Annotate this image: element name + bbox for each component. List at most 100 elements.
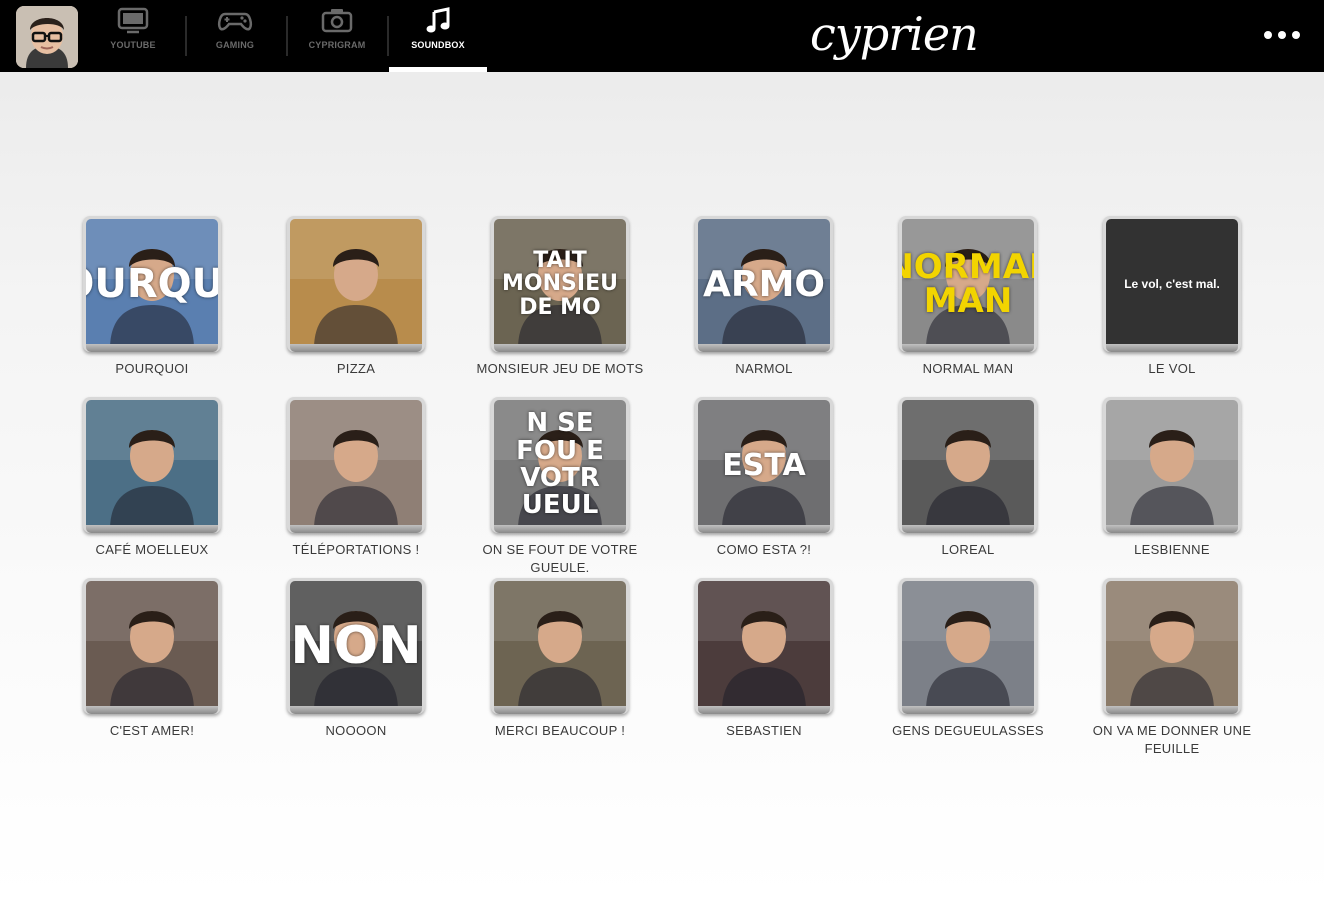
sound-thumbnail-caption — [1106, 400, 1238, 530]
tv-icon — [117, 7, 149, 34]
tab-cyprigram-label: CYPRIGRAM — [308, 40, 366, 50]
sound-thumbnail: NORMAL MAN — [899, 216, 1037, 352]
sound-thumbnail-image: N SE FOU E VOTR UEUL — [494, 400, 626, 530]
sound-button[interactable]: POURQUOI POURQUOI — [50, 216, 254, 397]
sound-thumbnail — [83, 397, 221, 533]
thumbnail-base — [86, 525, 218, 533]
sound-thumbnail-image: Le vol, c'est mal. — [1106, 219, 1238, 349]
tab-soundbox[interactable]: SOUNDBOX — [389, 0, 487, 72]
sound-thumbnail-caption — [86, 581, 218, 711]
more-horizontal-icon — [1292, 31, 1300, 39]
sound-thumbnail — [899, 578, 1037, 714]
sound-button[interactable]: N SE FOU E VOTR UEUL ON SE FOUT DE VOTRE… — [458, 397, 662, 578]
sound-label: TÉLÉPORTATIONS ! — [292, 542, 420, 557]
sound-thumbnail-image: POURQUOI — [86, 219, 218, 349]
thumbnail-base — [86, 706, 218, 714]
sound-button[interactable]: NON NOOOON — [254, 578, 458, 759]
sound-thumbnail — [83, 578, 221, 714]
thumbnail-base — [902, 525, 1034, 533]
sound-button[interactable]: ESTA COMO ESTA ?! — [662, 397, 866, 578]
sound-button[interactable]: ARMO NARMOL — [662, 216, 866, 397]
thumbnail-base — [902, 706, 1034, 714]
sound-label: C'EST AMER! — [109, 723, 195, 738]
sound-button[interactable]: TAIT MONSIEU DE MO MONSIEUR JEU DE MOTS — [458, 216, 662, 397]
sound-label: ON SE FOUT DE VOTRE GUEULE. — [482, 542, 638, 575]
sound-button[interactable]: Le vol, c'est mal. LE VOL — [1070, 216, 1274, 397]
thumbnail-base — [494, 525, 626, 533]
sound-thumbnail-caption — [86, 400, 218, 530]
sound-label: MONSIEUR JEU DE MOTS — [476, 361, 644, 376]
more-horizontal-icon — [1278, 31, 1286, 39]
sound-button[interactable]: TÉLÉPORTATIONS ! — [254, 397, 458, 578]
profile-avatar[interactable] — [16, 6, 78, 68]
sound-thumbnail-caption: Le vol, c'est mal. — [1124, 277, 1220, 291]
sound-label: LESBIENNE — [1134, 542, 1210, 557]
tab-youtube-label: YOUTUBE — [110, 40, 156, 50]
sound-thumbnail — [491, 578, 629, 714]
sound-thumbnail-caption: NORMAL MAN — [902, 247, 1034, 321]
tab-cyprigram[interactable]: CYPRIGRAM — [288, 0, 386, 72]
sound-label: NOOOON — [325, 723, 387, 738]
sound-thumbnail-image: NORMAL MAN — [902, 219, 1034, 349]
sound-thumbnail: N SE FOU E VOTR UEUL — [491, 397, 629, 533]
sound-thumbnail-image — [86, 400, 218, 530]
more-horizontal-icon — [1264, 31, 1272, 39]
sound-label: MERCI BEAUCOUP ! — [494, 723, 626, 738]
sound-button[interactable]: CAFÉ MOELLEUX — [50, 397, 254, 578]
thumbnail-base — [698, 525, 830, 533]
thumbnail-base — [494, 706, 626, 714]
sound-button[interactable]: PIZZA — [254, 216, 458, 397]
sound-label: GENS DEGUEULASSES — [892, 723, 1044, 738]
thumbnail-base — [1106, 344, 1238, 352]
sound-label: POURQUOI — [115, 361, 189, 376]
camera-icon — [321, 9, 353, 33]
sound-thumbnail-caption — [902, 581, 1034, 711]
sound-button[interactable]: MERCI BEAUCOUP ! — [458, 578, 662, 759]
sound-label: NORMAL MAN — [922, 361, 1014, 376]
thumbnail-base — [1106, 706, 1238, 714]
sound-thumbnail-image: NON — [290, 581, 422, 711]
sound-thumbnail-image — [290, 400, 422, 530]
sound-thumbnail-image — [902, 581, 1034, 711]
sound-button[interactable]: LESBIENNE — [1070, 397, 1274, 578]
sound-thumbnail-image: TAIT MONSIEU DE MO — [494, 219, 626, 349]
sound-thumbnail-caption — [290, 400, 422, 530]
sound-thumbnail-caption: N SE FOU E VOTR UEUL — [516, 408, 604, 521]
tab-youtube[interactable]: YOUTUBE — [84, 0, 182, 72]
sound-button[interactable]: C'EST AMER! — [50, 578, 254, 759]
music-note-icon — [426, 7, 450, 33]
thumbnail-base — [494, 344, 626, 352]
tab-gaming[interactable]: GAMING — [186, 0, 284, 72]
sound-button[interactable]: SEBASTIEN — [662, 578, 866, 759]
sound-label: COMO ESTA ?! — [716, 542, 812, 557]
sound-label: LE VOL — [1148, 361, 1196, 376]
sound-thumbnail-image — [290, 219, 422, 349]
sound-label: LOREAL — [941, 542, 995, 557]
sound-thumbnail-caption — [698, 581, 830, 711]
sound-thumbnail: ARMO — [695, 216, 833, 352]
sound-thumbnail-caption: ARMO — [702, 263, 825, 305]
tab-gaming-label: GAMING — [215, 40, 255, 50]
sound-button[interactable]: GENS DEGUEULASSES — [866, 578, 1070, 759]
thumbnail-base — [698, 344, 830, 352]
sound-thumbnail-caption: TAIT MONSIEU DE MO — [502, 248, 618, 320]
thumbnail-base — [698, 706, 830, 714]
avatar-face-icon — [16, 6, 78, 68]
sound-thumbnail-caption: ESTA — [722, 447, 806, 483]
sound-thumbnail-image — [1106, 400, 1238, 530]
sound-thumbnail-image — [86, 581, 218, 711]
sound-thumbnail-caption — [494, 581, 626, 711]
tab-soundbox-label: SOUNDBOX — [411, 40, 465, 50]
sound-thumbnail-caption — [902, 400, 1034, 530]
sound-thumbnail — [1103, 397, 1241, 533]
sound-thumbnail-image — [902, 400, 1034, 530]
sound-button[interactable]: ON VA ME DONNER UNE FEUILLE — [1070, 578, 1274, 759]
sound-thumbnail-image: ESTA — [698, 400, 830, 530]
sound-button[interactable]: LOREAL — [866, 397, 1070, 578]
more-options-button[interactable] — [1264, 28, 1300, 42]
sound-thumbnail: NON — [287, 578, 425, 714]
thumbnail-base — [290, 525, 422, 533]
brand-logo: cyprien — [810, 7, 979, 61]
sound-thumbnail: ESTA — [695, 397, 833, 533]
sound-button[interactable]: NORMAL MAN NORMAL MAN — [866, 216, 1070, 397]
